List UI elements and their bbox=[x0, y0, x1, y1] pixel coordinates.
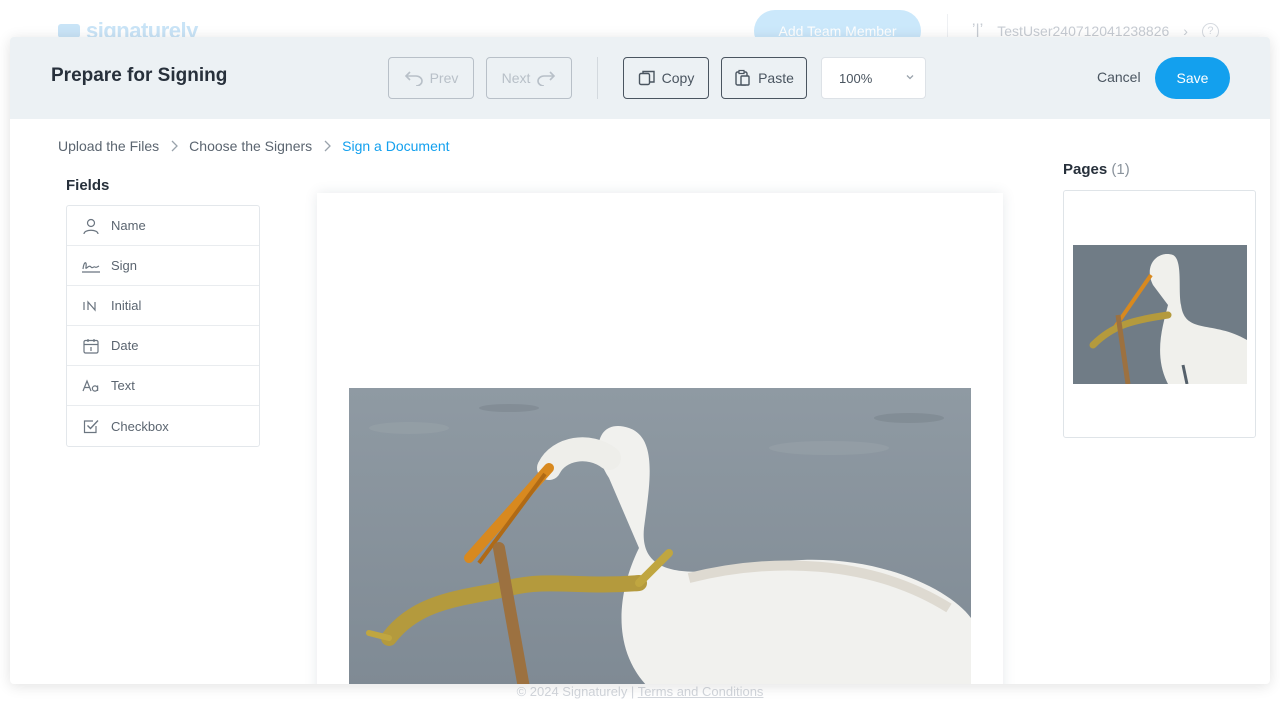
pages-count: (1) bbox=[1111, 161, 1130, 178]
breadcrumb-upload-files[interactable]: Upload the Files bbox=[58, 138, 159, 154]
breadcrumb-sign-document[interactable]: Sign a Document bbox=[342, 138, 449, 154]
field-checkbox[interactable]: Checkbox bbox=[67, 406, 259, 446]
toolbar-divider bbox=[597, 57, 598, 99]
paste-label: Paste bbox=[758, 70, 794, 86]
modal-title: Prepare for Signing bbox=[51, 65, 228, 86]
zoom-value: 100% bbox=[839, 70, 873, 86]
prev-label: Prev bbox=[429, 70, 459, 86]
field-label: Sign bbox=[111, 258, 138, 273]
redo-icon bbox=[537, 71, 556, 86]
prepare-signing-modal: Prepare for Signing Prev Next Copy Paste… bbox=[10, 37, 1270, 684]
page-thumbnail[interactable] bbox=[1063, 190, 1256, 438]
fields-title: Fields bbox=[66, 177, 110, 194]
copy-label: Copy bbox=[661, 70, 695, 86]
fields-list: Name Sign Initial Date Text Checkbox bbox=[66, 205, 260, 447]
initials-icon bbox=[81, 296, 101, 316]
save-button[interactable]: Save bbox=[1155, 57, 1230, 99]
paste-button[interactable]: Paste bbox=[721, 57, 807, 99]
modal-header: Prepare for Signing Prev Next Copy Paste… bbox=[10, 37, 1270, 119]
field-initial[interactable]: Initial bbox=[67, 286, 259, 326]
field-date[interactable]: Date bbox=[67, 326, 259, 366]
text-icon bbox=[81, 376, 101, 396]
field-label: Initial bbox=[111, 298, 142, 313]
cancel-button[interactable]: Cancel bbox=[1097, 69, 1141, 85]
prev-button[interactable]: Prev bbox=[388, 57, 474, 99]
breadcrumb: Upload the Files Choose the Signers Sign… bbox=[58, 138, 450, 154]
paste-icon bbox=[735, 69, 750, 86]
field-label: Date bbox=[111, 338, 139, 353]
undo-icon bbox=[404, 71, 423, 86]
document-page[interactable] bbox=[317, 193, 1003, 684]
next-button[interactable]: Next bbox=[486, 57, 572, 99]
zoom-select[interactable]: 100% bbox=[821, 57, 926, 99]
field-label: Checkbox bbox=[111, 418, 169, 434]
page-thumbnail-image bbox=[1073, 245, 1247, 384]
terms-link[interactable]: Terms and Conditions bbox=[638, 684, 764, 699]
next-label: Next bbox=[501, 70, 531, 86]
copyright-text: © 2024 Signaturely | bbox=[516, 684, 638, 699]
field-label: Text bbox=[111, 378, 135, 393]
logo-icon bbox=[58, 24, 80, 38]
pages-title-label: Pages bbox=[1063, 161, 1108, 178]
field-text[interactable]: Text bbox=[67, 366, 259, 406]
document-image bbox=[349, 388, 971, 684]
signature-icon bbox=[81, 256, 101, 276]
calendar-icon bbox=[81, 336, 101, 356]
copy-button[interactable]: Copy bbox=[623, 57, 709, 99]
field-sign[interactable]: Sign bbox=[67, 246, 259, 286]
field-label: Name bbox=[111, 218, 146, 233]
chevron-right-icon bbox=[323, 140, 332, 152]
footer: © 2024 Signaturely | Terms and Condition… bbox=[0, 684, 1280, 699]
pages-title: Pages (1) bbox=[1063, 161, 1130, 178]
breadcrumb-choose-signers[interactable]: Choose the Signers bbox=[189, 138, 312, 154]
user-icon bbox=[81, 216, 101, 236]
chevron-right-icon bbox=[170, 140, 179, 152]
field-name[interactable]: Name bbox=[67, 206, 259, 246]
checkbox-icon bbox=[81, 416, 101, 436]
chevron-down-icon bbox=[906, 75, 914, 80]
copy-icon bbox=[638, 70, 655, 86]
